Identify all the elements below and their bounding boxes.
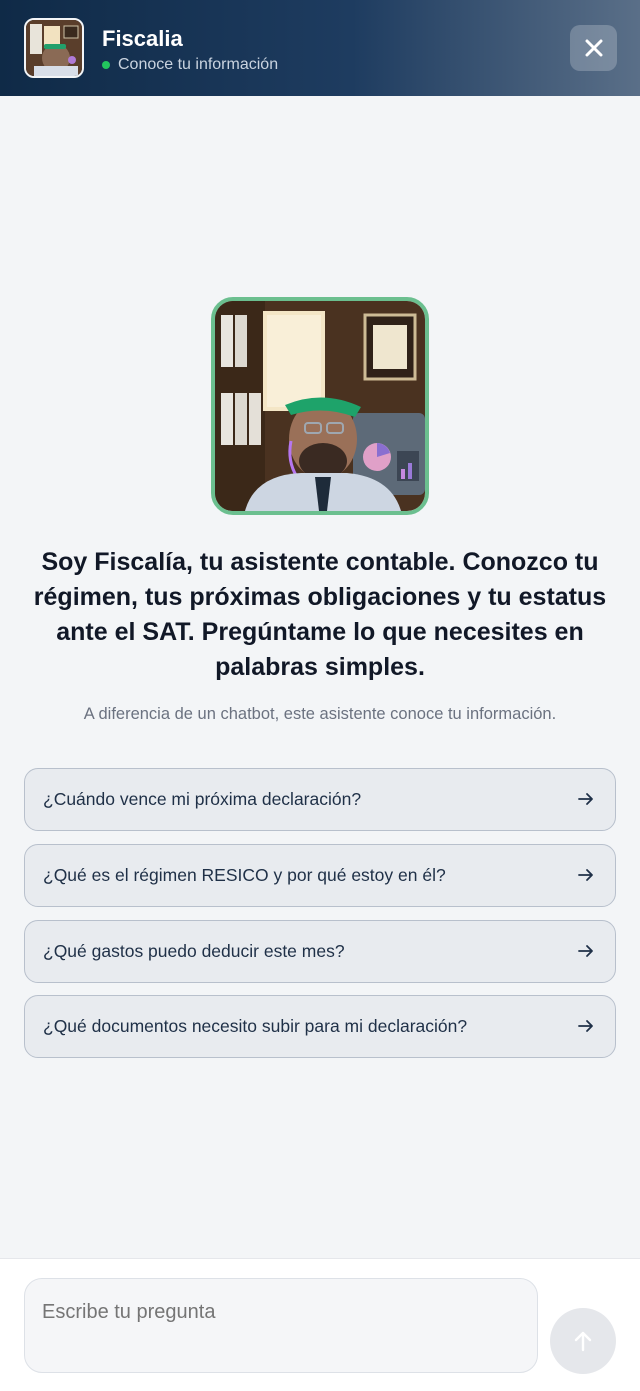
suggestion-label: ¿Qué documentos necesito subir para mi d…: [43, 1016, 468, 1036]
suggestion-deductible-expenses[interactable]: ¿Qué gastos puedo deducir este mes?: [24, 920, 616, 983]
arrow-right-icon: [578, 1020, 593, 1032]
welcome-subtitle: A diferencia de un chatbot, este asisten…: [83, 705, 557, 723]
assistant-avatar: [24, 18, 84, 78]
assistant-status: Conoce tu información: [102, 56, 278, 74]
suggestion-label: ¿Qué gastos puedo deducir este mes?: [43, 941, 345, 961]
suggestion-required-documents[interactable]: ¿Qué documentos necesito subir para mi d…: [24, 995, 616, 1058]
assistant-portrait: [211, 297, 429, 515]
chat-header: Fiscalia Conoce tu información: [0, 0, 640, 96]
question-input[interactable]: [24, 1278, 538, 1373]
status-label: Conoce tu información: [118, 56, 279, 73]
close-button[interactable]: [570, 25, 617, 71]
arrow-right-icon: [578, 793, 593, 805]
suggestion-label: ¿Qué es el régimen RESICO y por qué esto…: [43, 865, 446, 885]
suggestion-resico[interactable]: ¿Qué es el régimen RESICO y por qué esto…: [24, 844, 616, 907]
arrow-up-icon: [574, 1331, 592, 1352]
welcome-message: Soy Fiscalía, tu asistente contable. Con…: [33, 548, 607, 681]
arrow-right-icon: [578, 869, 593, 881]
suggestion-label: ¿Cuándo vence mi próxima declaración?: [43, 789, 362, 809]
send-button[interactable]: [550, 1308, 616, 1374]
assistant-name: Fiscalia: [102, 26, 183, 51]
composer-bar: [0, 1258, 640, 1391]
close-icon: [585, 39, 602, 57]
suggestion-next-declaration[interactable]: ¿Cuándo vence mi próxima declaración?: [24, 768, 616, 831]
arrow-right-icon: [578, 945, 593, 957]
online-dot-icon: [102, 61, 110, 69]
